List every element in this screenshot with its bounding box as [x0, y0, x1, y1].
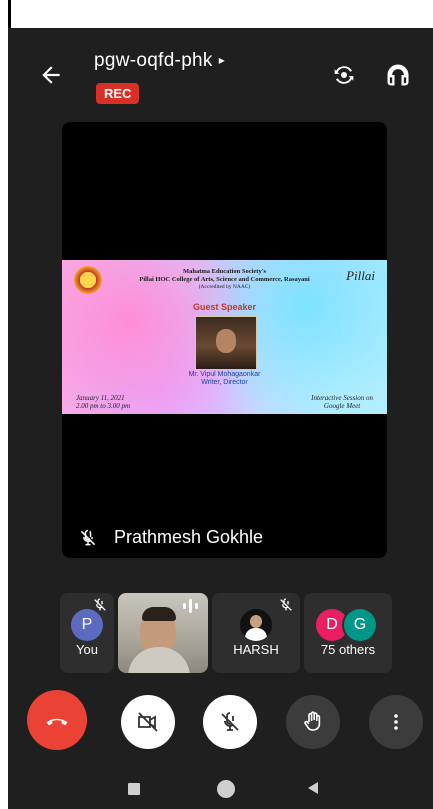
poster-speaker-name: Mr. Vipul Mohagaonkar Writer, Director: [62, 371, 387, 387]
poster-speaker-line2: Writer, Director: [201, 379, 248, 386]
poster-org-line1: Mahatma Education Society's: [182, 268, 267, 275]
raise-hand-icon: [304, 711, 321, 731]
participant-tile-video[interactable]: [118, 593, 208, 673]
mic-off-icon: [280, 598, 292, 611]
nav-home-icon[interactable]: [217, 780, 235, 798]
speaker-label: Prathmesh Gokhle: [78, 527, 263, 548]
speaker-photo: [195, 316, 257, 370]
poster-speaker-line1: Mr. Vipul Mohagaonkar: [188, 371, 261, 378]
avatar: [240, 609, 272, 641]
camera-off-icon: [138, 712, 158, 732]
poster-org-line2: Pillai HOC College of Arts, Science and …: [139, 276, 310, 283]
meeting-code-text: pgw-oqfd-phk: [94, 50, 213, 71]
back-arrow-icon[interactable]: [38, 62, 64, 88]
poster-date-line1: January 11, 2021: [76, 394, 125, 402]
poster-org-line3: (Accredited by NAAC): [198, 284, 251, 290]
participant-label: You: [76, 642, 98, 657]
avatar-shirt: [245, 628, 267, 641]
poster-session-line1: Interactive Session on: [311, 394, 373, 402]
main-speaker-stage[interactable]: Mahatma Education Society's Pillai HOC C…: [62, 122, 387, 558]
meeting-code[interactable]: pgw-oqfd-phk ▸: [94, 50, 225, 72]
status-bar-area: [0, 0, 433, 28]
poster-session-line2: Google Meet: [323, 402, 361, 410]
nav-recents-icon[interactable]: [128, 783, 140, 795]
end-call-button[interactable]: [27, 690, 87, 750]
switch-camera-icon[interactable]: [330, 61, 358, 89]
speaker-name: Prathmesh Gokhle: [114, 527, 264, 547]
more-options-icon: [394, 714, 398, 730]
avatar: P: [71, 609, 103, 641]
nav-back-icon[interactable]: [306, 781, 320, 795]
participant-label: HARSH: [233, 642, 279, 657]
recording-badge: REC: [96, 83, 140, 104]
speaking-indicator-icon: [183, 599, 198, 613]
mic-toggle-button[interactable]: [203, 695, 257, 749]
poster-date: January 11, 2021 2.00 pm to 3.00 pm: [76, 394, 130, 410]
participant-tile-you[interactable]: P You: [60, 593, 114, 673]
mic-off-icon: [80, 529, 96, 545]
mic-off-icon: [221, 712, 239, 731]
poster-session: Interactive Session on Google Meet: [311, 394, 373, 410]
poster-date-line2: 2.00 pm to 3.00 pm: [76, 402, 131, 410]
screen-edge: [8, 0, 11, 28]
participant-shirt: [128, 647, 190, 673]
participant-hair: [142, 607, 176, 621]
end-call-icon: [46, 718, 68, 726]
avatar: G: [344, 609, 376, 641]
participant-tile-harsh[interactable]: HARSH: [212, 593, 300, 673]
shared-poster: Mahatma Education Society's Pillai HOC C…: [62, 260, 387, 414]
poster-heading: Guest Speaker: [192, 302, 257, 312]
chevron-right-icon: ▸: [218, 53, 226, 67]
poster-signature: Pillai: [346, 268, 375, 283]
headphones-icon[interactable]: [384, 61, 412, 89]
participant-label: 75 others: [320, 642, 376, 657]
avatar-face: [250, 615, 262, 628]
more-options-button[interactable]: [369, 695, 423, 749]
speaker-face: [216, 329, 236, 353]
participant-tile-others[interactable]: D G 75 others: [304, 593, 392, 673]
meet-screen: pgw-oqfd-phk ▸ REC Mahatma Education Soci…: [8, 28, 433, 809]
raise-hand-button[interactable]: [286, 695, 340, 749]
camera-toggle-button[interactable]: [121, 695, 175, 749]
